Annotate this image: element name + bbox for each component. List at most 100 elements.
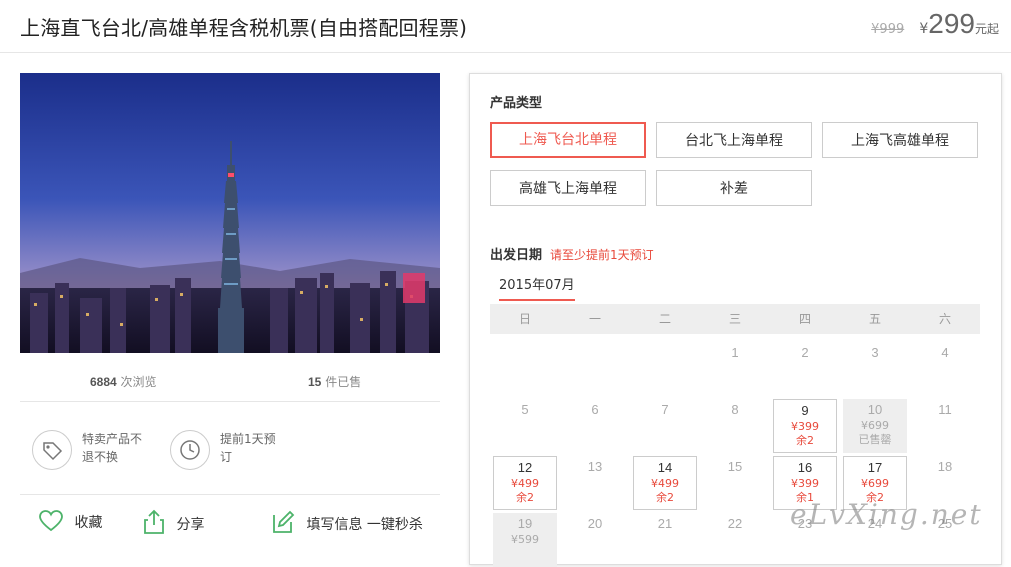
calendar-day-price: ¥399 (791, 420, 819, 433)
calendar-day-number: 18 (937, 459, 953, 474)
product-type-title: 产品类型 (490, 96, 543, 111)
book-now-button[interactable]: 填写信息 一键秒杀 (270, 509, 423, 540)
favorite-button[interactable]: 收藏 (38, 509, 102, 538)
calendar-day-price: ¥499 (651, 477, 679, 490)
calendar-day-number: 14 (657, 460, 673, 475)
calendar-day: 19 ¥599 (493, 513, 557, 567)
calendar-day-number: 20 (587, 516, 603, 531)
calendar-day-number: 19 (517, 516, 533, 531)
weekday-sun: 日 (518, 312, 531, 326)
calendar-day: 15 (703, 456, 767, 510)
weekday-mon: 一 (588, 312, 601, 326)
calendar-day-number: 3 (871, 345, 879, 360)
share-button[interactable]: 分享 (142, 509, 204, 540)
calendar-day-price: ¥599 (511, 533, 539, 546)
view-count-label: 次浏览 (120, 375, 157, 389)
calendar-day-number: 11 (938, 402, 952, 417)
calendar-day-price: ¥399 (791, 477, 819, 490)
heart-icon (39, 510, 63, 532)
weekday-thu: 四 (798, 312, 811, 326)
favorite-label: 收藏 (74, 515, 103, 531)
calendar-day-number: 9 (801, 403, 809, 418)
current-price: 299 (928, 8, 975, 39)
month-tab[interactable]: 2015年07月 (499, 274, 575, 301)
feature-no-refund: 特卖产品不退不换 (82, 432, 143, 464)
booking-panel: 产品类型 上海飞台北单程 台北飞上海单程 上海飞高雄单程 高雄飞上海单程 补差 … (469, 73, 1002, 567)
calendar-day: 3 (843, 342, 907, 396)
sold-count: 15 件已售 (308, 373, 361, 390)
original-price: ¥999 (871, 22, 905, 37)
type-option-sh-to-taipei[interactable]: 上海飞台北单程 (490, 122, 646, 158)
calendar-day[interactable]: 14 ¥499 余2 (633, 456, 697, 510)
calendar-day-number: 17 (867, 460, 883, 475)
calendar-day-remaining: 余2 (656, 491, 674, 504)
product-features: 特卖产品不退不换 提前1天预订 (20, 402, 440, 495)
watermark: eLvXing.net (790, 498, 983, 531)
calendar-day-price: ¥699 (861, 477, 889, 490)
title-bar: 上海直飞台北/高雄单程含税机票(自由搭配回程票) ¥999 ¥299元起 (0, 0, 1011, 53)
calendar-day-number: 5 (521, 402, 529, 417)
calendar-day-price: ¥699 (861, 419, 889, 432)
calendar-day-remaining: 已售罄 (858, 433, 892, 446)
calendar-day[interactable]: 9 ¥399 余2 (773, 399, 837, 453)
calendar-day: 6 (563, 399, 627, 453)
calendar-day[interactable]: 12 ¥499 余2 (493, 456, 557, 510)
departure-date-title: 出发日期 请至少提前1天预订 (490, 244, 654, 263)
sold-count-number: 15 (308, 375, 322, 389)
price-area: ¥999 ¥299元起 (871, 8, 999, 40)
calendar-day: 8 (703, 399, 767, 453)
calendar-day-number: 10 (867, 402, 883, 417)
calendar-day-number: 6 (591, 402, 599, 417)
type-option-supplement[interactable]: 补差 (656, 170, 812, 206)
calendar-day: 1 (703, 342, 767, 396)
clock-icon (170, 430, 210, 470)
calendar-day: 20 (563, 513, 627, 567)
taipei-skyline-image (20, 73, 440, 353)
calendar-day: 21 (633, 513, 697, 567)
weekday-sat: 六 (938, 312, 951, 326)
calendar-day-number: 13 (587, 459, 603, 474)
calendar-day-remaining: 余2 (516, 491, 534, 504)
tag-icon (32, 430, 72, 470)
calendar-day: 2 (773, 342, 837, 396)
calendar-day-price: ¥499 (511, 477, 539, 490)
share-icon (144, 509, 164, 534)
calendar-day: 10 ¥699 已售罄 (843, 399, 907, 453)
calendar-day-number: 22 (727, 516, 743, 531)
calendar-day: 22 (703, 513, 767, 567)
price-suffix: 元起 (974, 22, 999, 36)
calendar-day: 4 (913, 342, 977, 396)
weekday-header: 日 一 二 三 四 五 六 (490, 304, 980, 334)
product-stats: 6884 次浏览 15 件已售 (20, 365, 440, 402)
currency-symbol: ¥ (919, 21, 929, 37)
calendar-day-number: 8 (731, 402, 739, 417)
calendar-day: 13 (563, 456, 627, 510)
weekday-wed: 三 (728, 312, 741, 326)
calendar-day: 5 (493, 399, 557, 453)
calendar-day-number: 16 (797, 460, 813, 475)
weekday-tue: 二 (658, 312, 671, 326)
product-actions: 收藏 分享 填写信息 一键秒杀 (20, 497, 440, 549)
type-option-sh-to-kaohsiung[interactable]: 上海飞高雄单程 (822, 122, 978, 158)
departure-date-label: 出发日期 (490, 248, 543, 263)
view-count: 6884 次浏览 (90, 373, 157, 390)
calendar-day-number: 7 (661, 402, 669, 417)
calendar-day-number: 15 (727, 459, 743, 474)
calendar-day-number: 12 (517, 460, 533, 475)
type-option-kaohsiung-to-sh[interactable]: 高雄飞上海单程 (490, 170, 646, 206)
edit-icon (273, 510, 295, 533)
calendar-day-number: 4 (941, 345, 949, 360)
calendar-day: 11 (913, 399, 977, 453)
book-now-label: 填写信息 一键秒杀 (306, 517, 423, 533)
calendar-day-number: 2 (801, 345, 809, 360)
view-count-number: 6884 (90, 375, 117, 389)
type-option-taipei-to-sh[interactable]: 台北飞上海单程 (656, 122, 812, 158)
advance-booking-notice: 请至少提前1天预订 (550, 248, 654, 262)
calendar-day-remaining: 余2 (796, 434, 814, 447)
share-label: 分享 (176, 517, 205, 533)
calendar-day: 7 (633, 399, 697, 453)
product-title: 上海直飞台北/高雄单程含税机票(自由搭配回程票) (20, 16, 468, 40)
calendar-day-number: 1 (731, 345, 739, 360)
calendar-day-number: 21 (657, 516, 673, 531)
product-photo (20, 73, 440, 353)
